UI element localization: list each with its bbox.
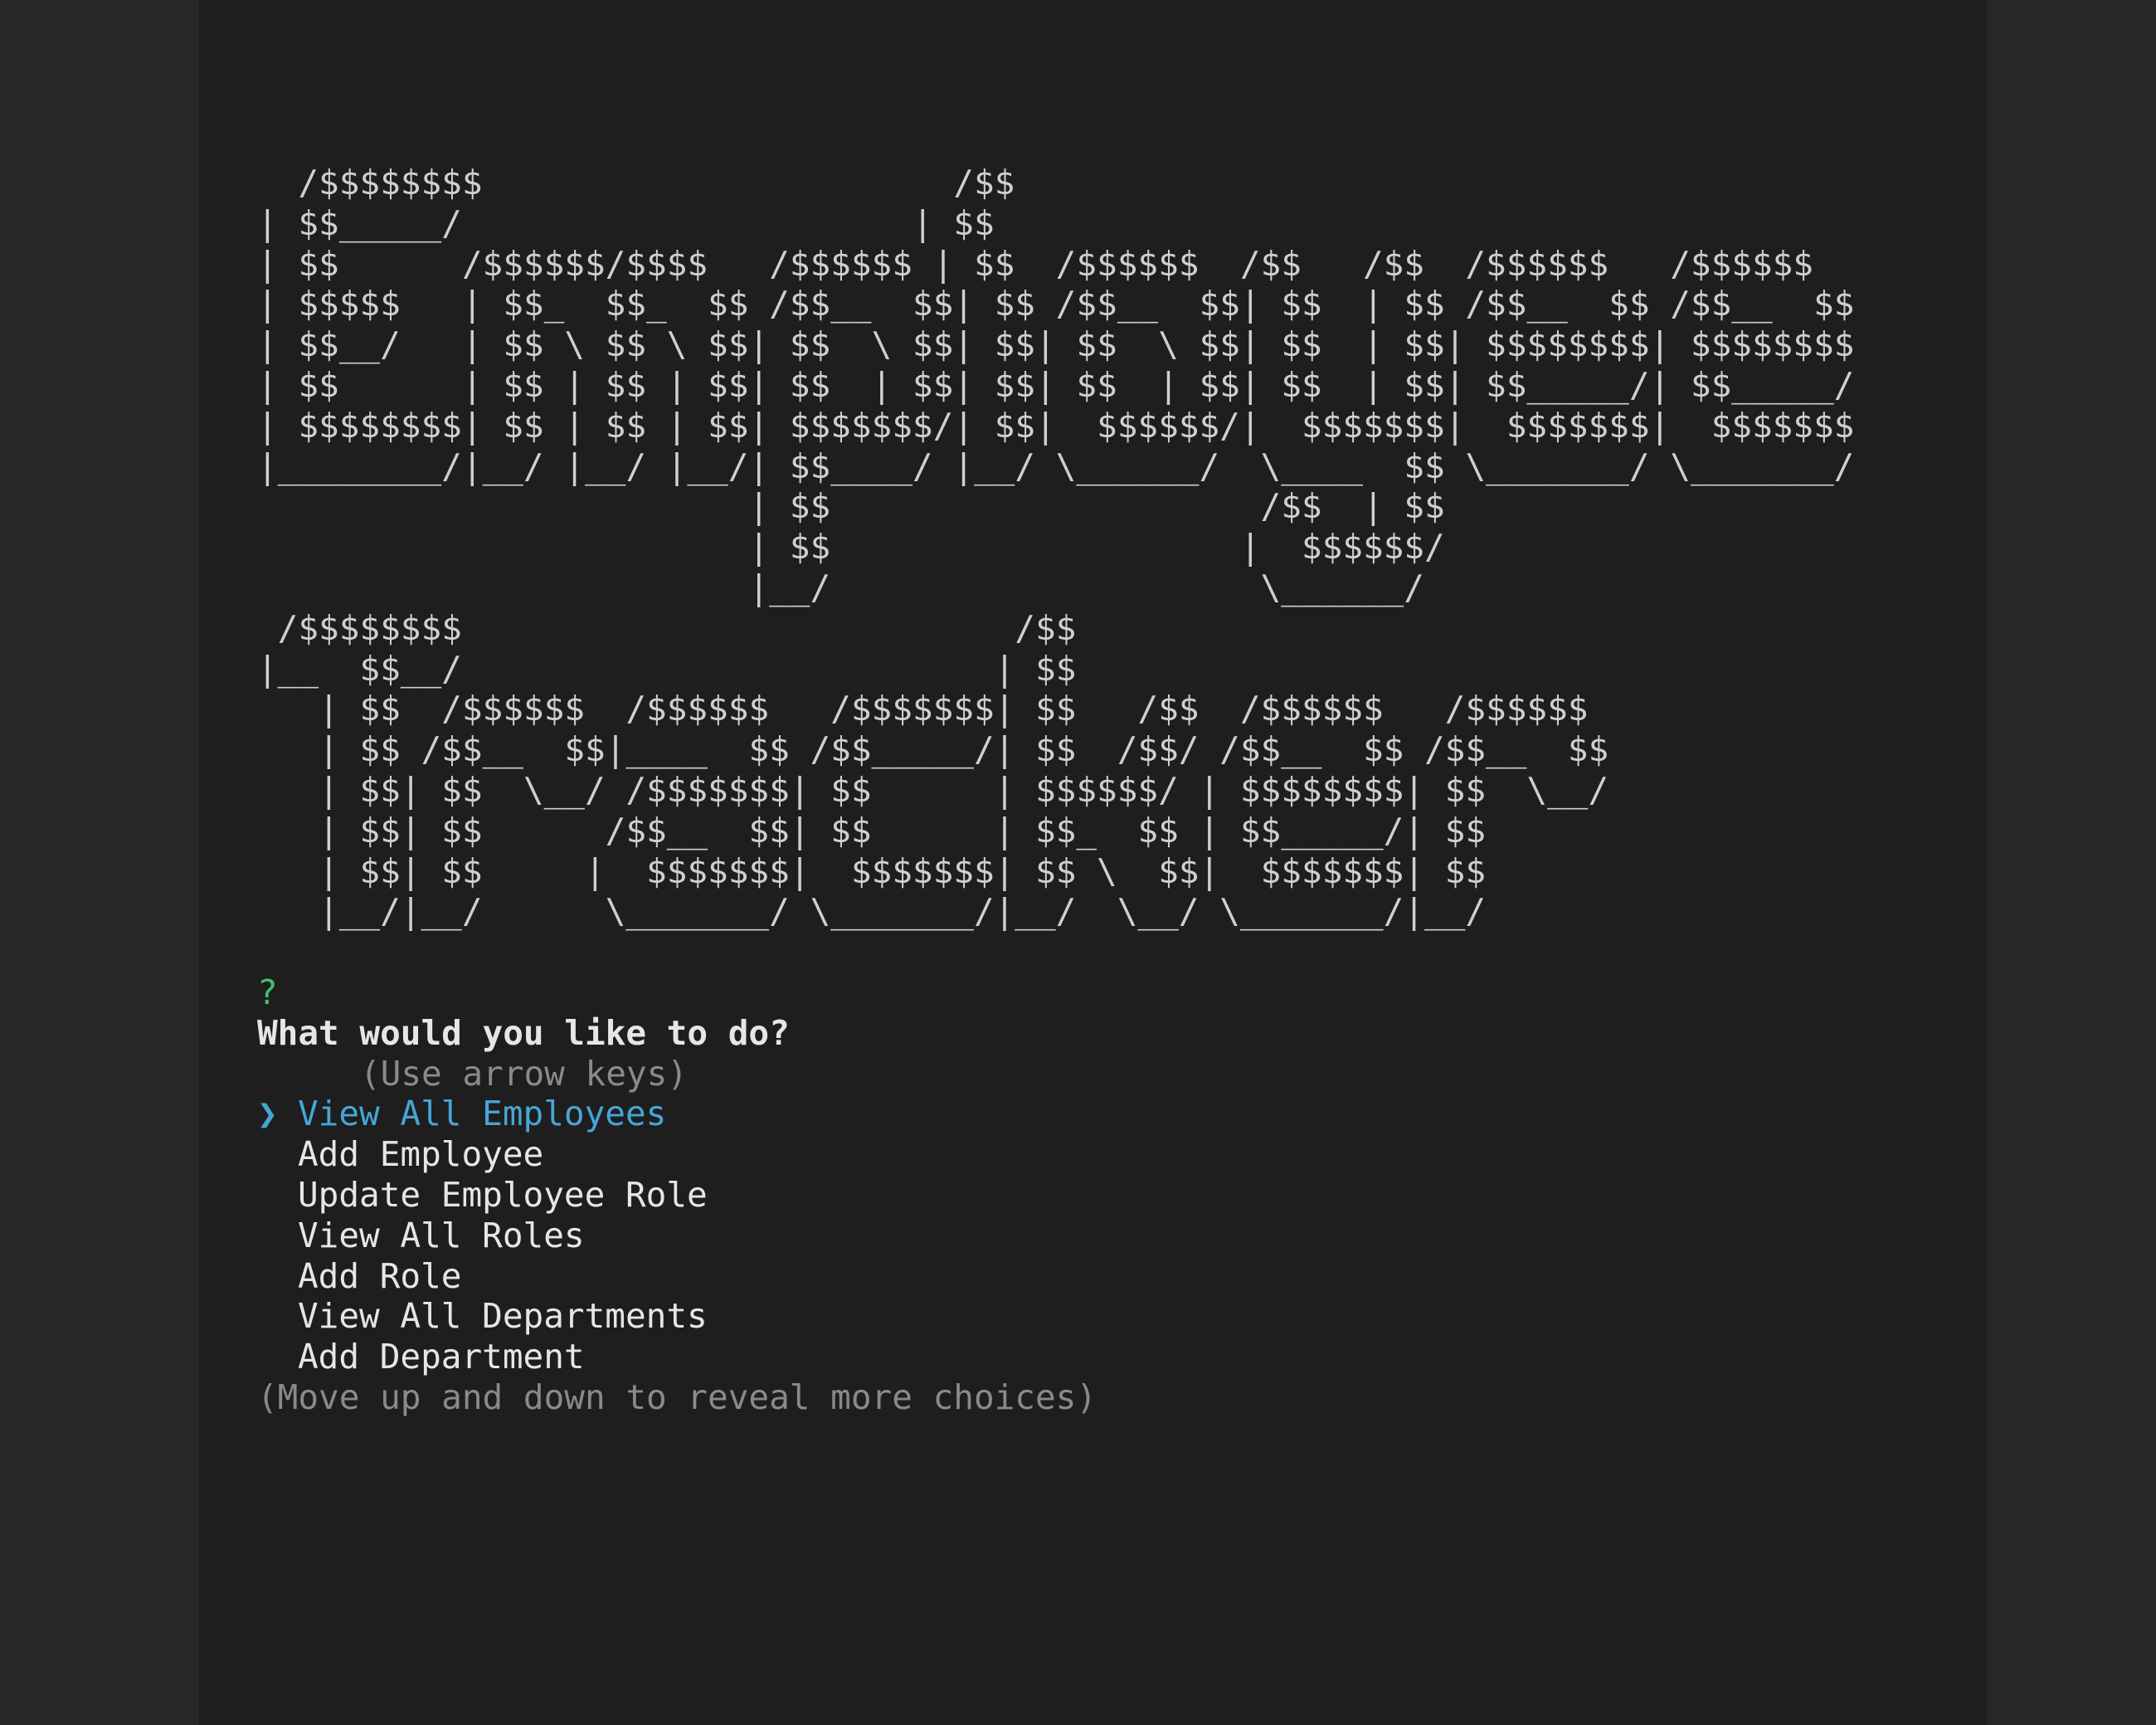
terminal-window[interactable]: /$$$$$$$$ /$$ | $$_____/ | $$ | $$ /$$$$…: [199, 0, 1987, 1725]
question-mark-icon: ?: [257, 972, 278, 1012]
menu-choice[interactable]: Add Employee: [257, 1134, 1966, 1175]
question-mark-line: ?: [257, 972, 1966, 1013]
menu-choice[interactable]: View All Departments: [257, 1296, 1966, 1337]
menu-choice-label: View All Employees: [298, 1094, 667, 1134]
menu-choice[interactable]: Add Department: [257, 1337, 1966, 1377]
window-margin-right: [1987, 0, 2156, 1725]
menu-choice[interactable]: View All Roles: [257, 1216, 1966, 1256]
menu-choice[interactable]: Add Role: [257, 1256, 1966, 1297]
prompt-question: What would you like to do?: [257, 1012, 790, 1053]
prompt-hint: (Use arrow keys): [360, 1053, 688, 1094]
ascii-banner: /$$$$$$$$ /$$ | $$_____/ | $$ | $$ /$$$$…: [257, 163, 1855, 932]
terminal-output: /$$$$$$$$ /$$ | $$_____/ | $$ | $$ /$$$$…: [257, 163, 1966, 1418]
menu-choice[interactable]: Update Employee Role: [257, 1175, 1966, 1216]
pointer-icon: ❯: [257, 1094, 278, 1134]
menu-choice-selected[interactable]: ❯ View All Employees: [257, 1094, 1966, 1134]
window-margin-left: [0, 0, 199, 1725]
more-choices-hint: (Move up and down to reveal more choices…: [257, 1377, 1097, 1417]
